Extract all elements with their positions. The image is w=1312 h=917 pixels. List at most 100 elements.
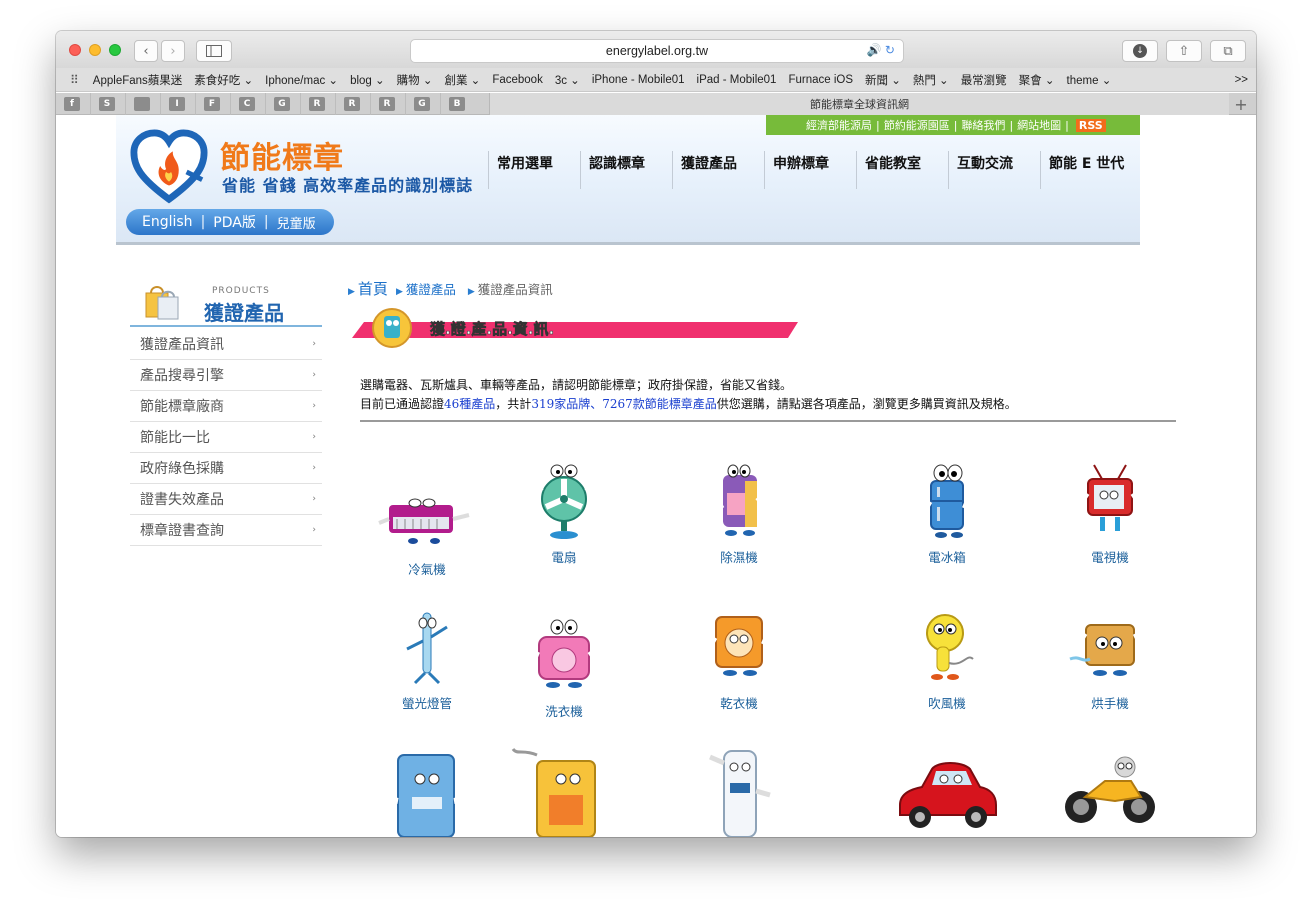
product-item[interactable]: 電扇: [499, 461, 629, 566]
product-item[interactable]: 電冰箱: [882, 461, 1012, 566]
product-item[interactable]: 吹風機: [882, 607, 1012, 712]
product-item[interactable]: [674, 747, 804, 837]
tab-overview-button[interactable]: ⧉: [1210, 40, 1246, 62]
bookmark-item[interactable]: 熱門 ⌄: [913, 72, 949, 88]
product-label[interactable]: 除濕機: [674, 547, 804, 566]
nav-item[interactable]: 節能 E 世代: [1040, 151, 1132, 189]
product-item[interactable]: 烘手機: [1045, 607, 1175, 712]
sidebar-item[interactable]: 產品搜尋引擎 ›: [130, 360, 322, 391]
rss-link[interactable]: RSS: [1075, 118, 1106, 132]
pinned-tab[interactable]: S: [99, 96, 115, 111]
top-link[interactable]: 聯絡我們: [961, 117, 1005, 133]
pinned-tab[interactable]: R: [309, 96, 325, 111]
pinned-tab[interactable]: B: [449, 96, 465, 111]
bookmark-item[interactable]: 新聞 ⌄: [865, 72, 901, 88]
zoom-window-button[interactable]: [109, 44, 121, 56]
active-tab[interactable]: 節能標章全球資訊網: [489, 93, 1229, 115]
product-item[interactable]: 乾衣機: [674, 607, 804, 712]
nav-item[interactable]: 互動交流: [948, 151, 1040, 189]
product-label[interactable]: 烘手機: [1045, 693, 1175, 712]
product-item[interactable]: [1045, 751, 1175, 831]
top-link[interactable]: 節約能源園區: [884, 117, 950, 133]
bookmark-item[interactable]: AppleFans蘋果迷: [93, 72, 182, 88]
top-link[interactable]: 經濟部能源局: [806, 117, 872, 133]
bookmark-item[interactable]: 3c ⌄: [555, 73, 580, 87]
bookmark-item[interactable]: Furnace iOS: [788, 74, 853, 86]
browser-toolbar: ‹ › energylabel.org.tw 🔊 ↻ ↓ ⇧ ⧉: [56, 31, 1256, 68]
bookmark-item[interactable]: blog ⌄: [350, 73, 385, 87]
product-item[interactable]: 除濕機: [674, 461, 804, 566]
product-label[interactable]: 乾衣機: [674, 693, 804, 712]
brands-count-link[interactable]: 319家品牌: [531, 397, 590, 411]
bookmark-item[interactable]: 購物 ⌄: [397, 72, 433, 88]
sidebar-item[interactable]: 獲證產品資訊 ›: [130, 329, 322, 360]
bookmark-item[interactable]: 創業 ⌄: [444, 72, 480, 88]
back-button[interactable]: ‹: [134, 40, 158, 62]
product-item[interactable]: 洗衣機: [499, 615, 629, 720]
pinned-tab[interactable]: I: [169, 96, 185, 111]
pinned-tab[interactable]: G: [274, 96, 290, 111]
sidebar-item[interactable]: 政府綠色採購 ›: [130, 453, 322, 484]
product-item[interactable]: [362, 751, 492, 837]
nav-item[interactable]: 申辦標章: [764, 151, 856, 189]
energy-label-logo-icon[interactable]: [130, 129, 208, 207]
product-item[interactable]: 螢光燈管: [362, 607, 492, 712]
bookmark-item[interactable]: 素食好吃 ⌄: [194, 72, 253, 88]
lang-english-link[interactable]: English: [142, 214, 193, 230]
product-item[interactable]: 電視機: [1045, 461, 1175, 566]
bookmark-item[interactable]: iPhone - Mobile01: [592, 74, 685, 86]
pinned-tab[interactable]: R: [379, 96, 395, 111]
more-bookmarks-icon[interactable]: >>: [1235, 74, 1248, 86]
breadcrumb-home[interactable]: 首頁: [358, 278, 388, 299]
product-label[interactable]: 電視機: [1045, 547, 1175, 566]
new-tab-button[interactable]: +: [1230, 93, 1252, 115]
share-button[interactable]: ⇧: [1166, 40, 1202, 62]
pinned-tab[interactable]: [134, 96, 150, 111]
bookmark-item[interactable]: iPad - Mobile01: [697, 74, 777, 86]
nav-item[interactable]: 省能教室: [856, 151, 948, 189]
pinned-tab[interactable]: G: [414, 96, 430, 111]
sidebar-item[interactable]: 標章證書查詢 ›: [130, 515, 322, 546]
bookmark-item[interactable]: Facebook: [492, 74, 543, 86]
breadcrumb-section[interactable]: 獲證產品: [406, 279, 456, 298]
sidebar-item[interactable]: 證書失效產品 ›: [130, 484, 322, 515]
site-tagline: 省能 省錢 高效率產品的識別標誌: [222, 176, 474, 195]
close-window-button[interactable]: [69, 44, 81, 56]
product-label[interactable]: 電冰箱: [882, 547, 1012, 566]
pinned-tab[interactable]: R: [344, 96, 360, 111]
pinned-tab[interactable]: C: [239, 96, 255, 111]
pinned-tab[interactable]: F: [204, 96, 220, 111]
reload-icon[interactable]: 🔊 ↻: [867, 43, 895, 57]
nav-item[interactable]: 常用選單: [488, 151, 580, 189]
bookmark-item[interactable]: 最常瀏覽: [961, 72, 1007, 88]
address-bar[interactable]: energylabel.org.tw 🔊 ↻: [410, 39, 904, 63]
models-count-link[interactable]: 7267款節能標章產品: [602, 397, 717, 411]
sidebar-item[interactable]: 節能標章廠商 ›: [130, 391, 322, 422]
product-label[interactable]: 電扇: [499, 547, 629, 566]
minimize-window-button[interactable]: [89, 44, 101, 56]
products-count-link[interactable]: 46種產品: [444, 397, 495, 411]
product-item[interactable]: [882, 753, 1012, 833]
product-label[interactable]: 冷氣機: [362, 559, 492, 578]
bookmark-item[interactable]: 聚會 ⌄: [1019, 72, 1055, 88]
nav-item[interactable]: 認識標章: [580, 151, 672, 189]
product-item[interactable]: 冷氣機: [362, 483, 492, 578]
sidebar-item-label: 產品搜尋引擎: [140, 368, 224, 384]
lang-pda-link[interactable]: PDA版: [213, 212, 256, 232]
top-link[interactable]: 網站地圖: [1017, 117, 1061, 133]
sidebar-item[interactable]: 節能比一比 ›: [130, 422, 322, 453]
bookmark-item[interactable]: theme ⌄: [1067, 73, 1112, 87]
product-label[interactable]: 洗衣機: [499, 701, 629, 720]
product-label[interactable]: 吹風機: [882, 693, 1012, 712]
grid-icon[interactable]: ⠿: [70, 73, 79, 87]
forward-button[interactable]: ›: [161, 40, 185, 62]
sidebar-toggle-button[interactable]: [196, 40, 232, 62]
lang-kids-link[interactable]: 兒童版: [277, 213, 316, 232]
bookmark-item[interactable]: Iphone/mac ⌄: [265, 73, 338, 87]
product-item[interactable]: [499, 745, 629, 837]
pinned-tab[interactable]: f: [64, 96, 80, 111]
product-label[interactable]: 螢光燈管: [362, 693, 492, 712]
downloads-button[interactable]: ↓: [1122, 40, 1158, 62]
nav-item[interactable]: 獲證產品: [672, 151, 764, 189]
browser-window: ‹ › energylabel.org.tw 🔊 ↻ ↓ ⇧ ⧉ ⠿ Apple…: [56, 31, 1256, 837]
